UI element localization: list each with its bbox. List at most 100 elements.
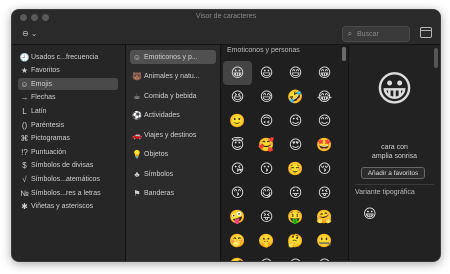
emoji-cell[interactable]: 🤩: [310, 133, 339, 157]
emoji-cell[interactable]: 🥰: [252, 133, 281, 157]
emoji-cell[interactable]: 🤑: [281, 205, 310, 229]
ellipsis-circle-icon: ⊖: [22, 29, 29, 38]
category-item[interactable]: 🚗 Viajes y destinos: [130, 128, 216, 142]
sidebar-item-icon: ✱: [21, 202, 28, 212]
sidebar-item-label: Puntuación: [31, 148, 67, 156]
category-item[interactable]: ⚑ Banderas: [130, 187, 216, 201]
emoji-cell[interactable]: 😍: [281, 133, 310, 157]
sidebar-item[interactable]: ★ Favoritos: [18, 65, 118, 77]
emoji-cell[interactable]: 😐: [252, 253, 281, 261]
search-placeholder: Buscar: [357, 30, 379, 38]
sidebar: 🕘 Usados c...frecuencia ★ Favoritos ☺ Emojis →…: [12, 45, 126, 261]
emoji-cell[interactable]: 😝: [252, 205, 281, 229]
category-item[interactable]: ⚽ Actividades: [130, 109, 216, 123]
category-label: Actividades: [144, 112, 180, 119]
emoji-cell[interactable]: 🤪: [223, 205, 252, 229]
sidebar-item-icon: √: [22, 174, 27, 184]
emoji-cell[interactable]: 😃: [252, 61, 281, 85]
sidebar-item-label: Emojis: [31, 80, 53, 88]
sidebar-item-icon: L: [22, 106, 27, 116]
category-icon: 🚗: [132, 130, 142, 140]
sidebar-item-icon: ⌘: [20, 134, 29, 144]
sidebar-item-label: Paréntesis: [31, 121, 65, 129]
emoji-cell[interactable]: 🙃: [252, 109, 281, 133]
category-icon: ♣: [134, 169, 140, 179]
emoji-cell[interactable]: 🤔: [281, 229, 310, 253]
emoji-cell[interactable]: 😊: [310, 109, 339, 133]
sidebar-item[interactable]: L Latín: [18, 105, 118, 117]
detail-scrollbar[interactable]: [434, 48, 438, 68]
emoji-cell[interactable]: 🤨: [223, 253, 252, 261]
category-item[interactable]: ☕ Comida y bebida: [130, 89, 216, 103]
emoji-cell[interactable]: 😚: [310, 157, 339, 181]
search-field[interactable]: ⌕ Buscar: [342, 26, 410, 42]
sidebar-item[interactable]: () Paréntesis: [18, 119, 118, 131]
sidebar-item[interactable]: № Símbolos...res a letras: [18, 187, 118, 199]
emoji-cell[interactable]: 😙: [223, 181, 252, 205]
emoji-cell[interactable]: 😆: [223, 85, 252, 109]
category-label: Comida y bebida: [144, 92, 197, 100]
selected-emoji-preview: 😀: [375, 68, 414, 109]
emoji-cell[interactable]: 🤣: [281, 85, 310, 109]
sidebar-item[interactable]: ✱ Viñetas y asteriscos: [18, 201, 118, 213]
sidebar-item-label: Símbolos de divisas: [31, 162, 94, 170]
options-menu-button[interactable]: ⊖ ⌄: [22, 28, 48, 39]
category-label: Objetos: [144, 151, 169, 158]
emoji-cell[interactable]: 😋: [252, 181, 281, 205]
sidebar-item-label: Viñetas y asteriscos: [31, 203, 94, 211]
chevron-down-icon: ⌄: [30, 29, 38, 38]
emoji-cell[interactable]: 😀: [223, 61, 252, 85]
emoji-cell[interactable]: 😗: [252, 157, 281, 181]
grid-scrollbar[interactable]: [342, 47, 346, 61]
emoji-cell[interactable]: 😉: [281, 109, 310, 133]
category-icon: 🐻: [132, 72, 142, 81]
emoji-cell[interactable]: 😁: [310, 61, 339, 85]
emoji-cell[interactable]: 😅: [252, 85, 281, 109]
emoji-description: cara con amplia sonrisa: [349, 143, 440, 161]
sidebar-item[interactable]: √ Símbolos...atemáticos: [18, 173, 118, 185]
category-icon: ⚑: [133, 189, 141, 198]
sidebar-item-icon: ☺: [20, 79, 29, 89]
sidebar-toggle-icon[interactable]: [420, 27, 432, 38]
category-label: Viajes y destinos: [144, 131, 197, 139]
emoji-cell[interactable]: 🤫: [252, 229, 281, 253]
variant-emoji[interactable]: 😀: [363, 206, 377, 222]
sidebar-item[interactable]: → Flechas: [18, 92, 118, 104]
emoji-cell[interactable]: 🤗: [310, 205, 339, 229]
emoji-cell[interactable]: ☺️: [281, 157, 310, 181]
sidebar-item[interactable]: $ Símbolos de divisas: [18, 160, 118, 172]
sidebar-item-icon: !?: [21, 147, 28, 157]
emoji-cell[interactable]: 🤐: [310, 229, 339, 253]
emoji-description-line2: amplia sonrisa: [371, 153, 418, 160]
emoji-cell[interactable]: 😑: [281, 253, 310, 261]
emoji-cell[interactable]: 😘: [223, 157, 252, 181]
emoji-cell[interactable]: 😶: [310, 253, 339, 261]
emoji-cell[interactable]: 😛: [281, 181, 310, 205]
sidebar-item-icon: 🕘: [19, 52, 30, 62]
emoji-cell[interactable]: 😇: [223, 133, 252, 157]
sidebar-item[interactable]: !? Puntuación: [18, 146, 118, 158]
emoji-grid: 😀😃😄😁 😆😅🤣😂 🙂🙃😉😊 😇🥰😍🤩 😘😗☺️😚 😙😋😛😜 🤪😝🤑🤗 🤭🤫🤔🤐 🤨😐😑😶: [223, 61, 341, 261]
category-item[interactable]: ♣ Símbolos: [130, 167, 216, 181]
search-icon: ⌕: [347, 29, 353, 38]
sidebar-item-icon: →: [20, 93, 29, 103]
sidebar-item-label: Flechas: [31, 94, 56, 102]
emoji-cell[interactable]: 😜: [310, 181, 339, 205]
sidebar-item-icon: (): [21, 120, 28, 130]
sidebar-item[interactable]: ⌘ Pictogramas: [18, 133, 118, 145]
sidebar-item[interactable]: ☺ Emojis: [18, 78, 118, 91]
add-to-favorites-button[interactable]: Añadir a favoritos: [361, 167, 425, 179]
category-item[interactable]: ☺ Emoticonos y p...: [130, 50, 216, 64]
category-item[interactable]: 🐻 Animales y natu...: [130, 70, 216, 84]
category-item[interactable]: 💡 Objetos: [130, 148, 216, 162]
divider: [355, 184, 434, 185]
sidebar-item-icon: $: [22, 161, 27, 171]
sidebar-item-label: Símbolos...atemáticos: [31, 175, 100, 183]
emoji-cell[interactable]: 😄: [281, 61, 310, 85]
emoji-cell[interactable]: 🤭: [223, 229, 252, 253]
sidebar-item[interactable]: 🕘 Usados c...frecuencia: [18, 51, 118, 63]
sidebar-item-label: Pictogramas: [31, 135, 70, 143]
category-label: Emoticonos y p...: [144, 53, 198, 61]
emoji-cell[interactable]: 🙂: [223, 109, 252, 133]
emoji-cell[interactable]: 😂: [310, 85, 339, 109]
